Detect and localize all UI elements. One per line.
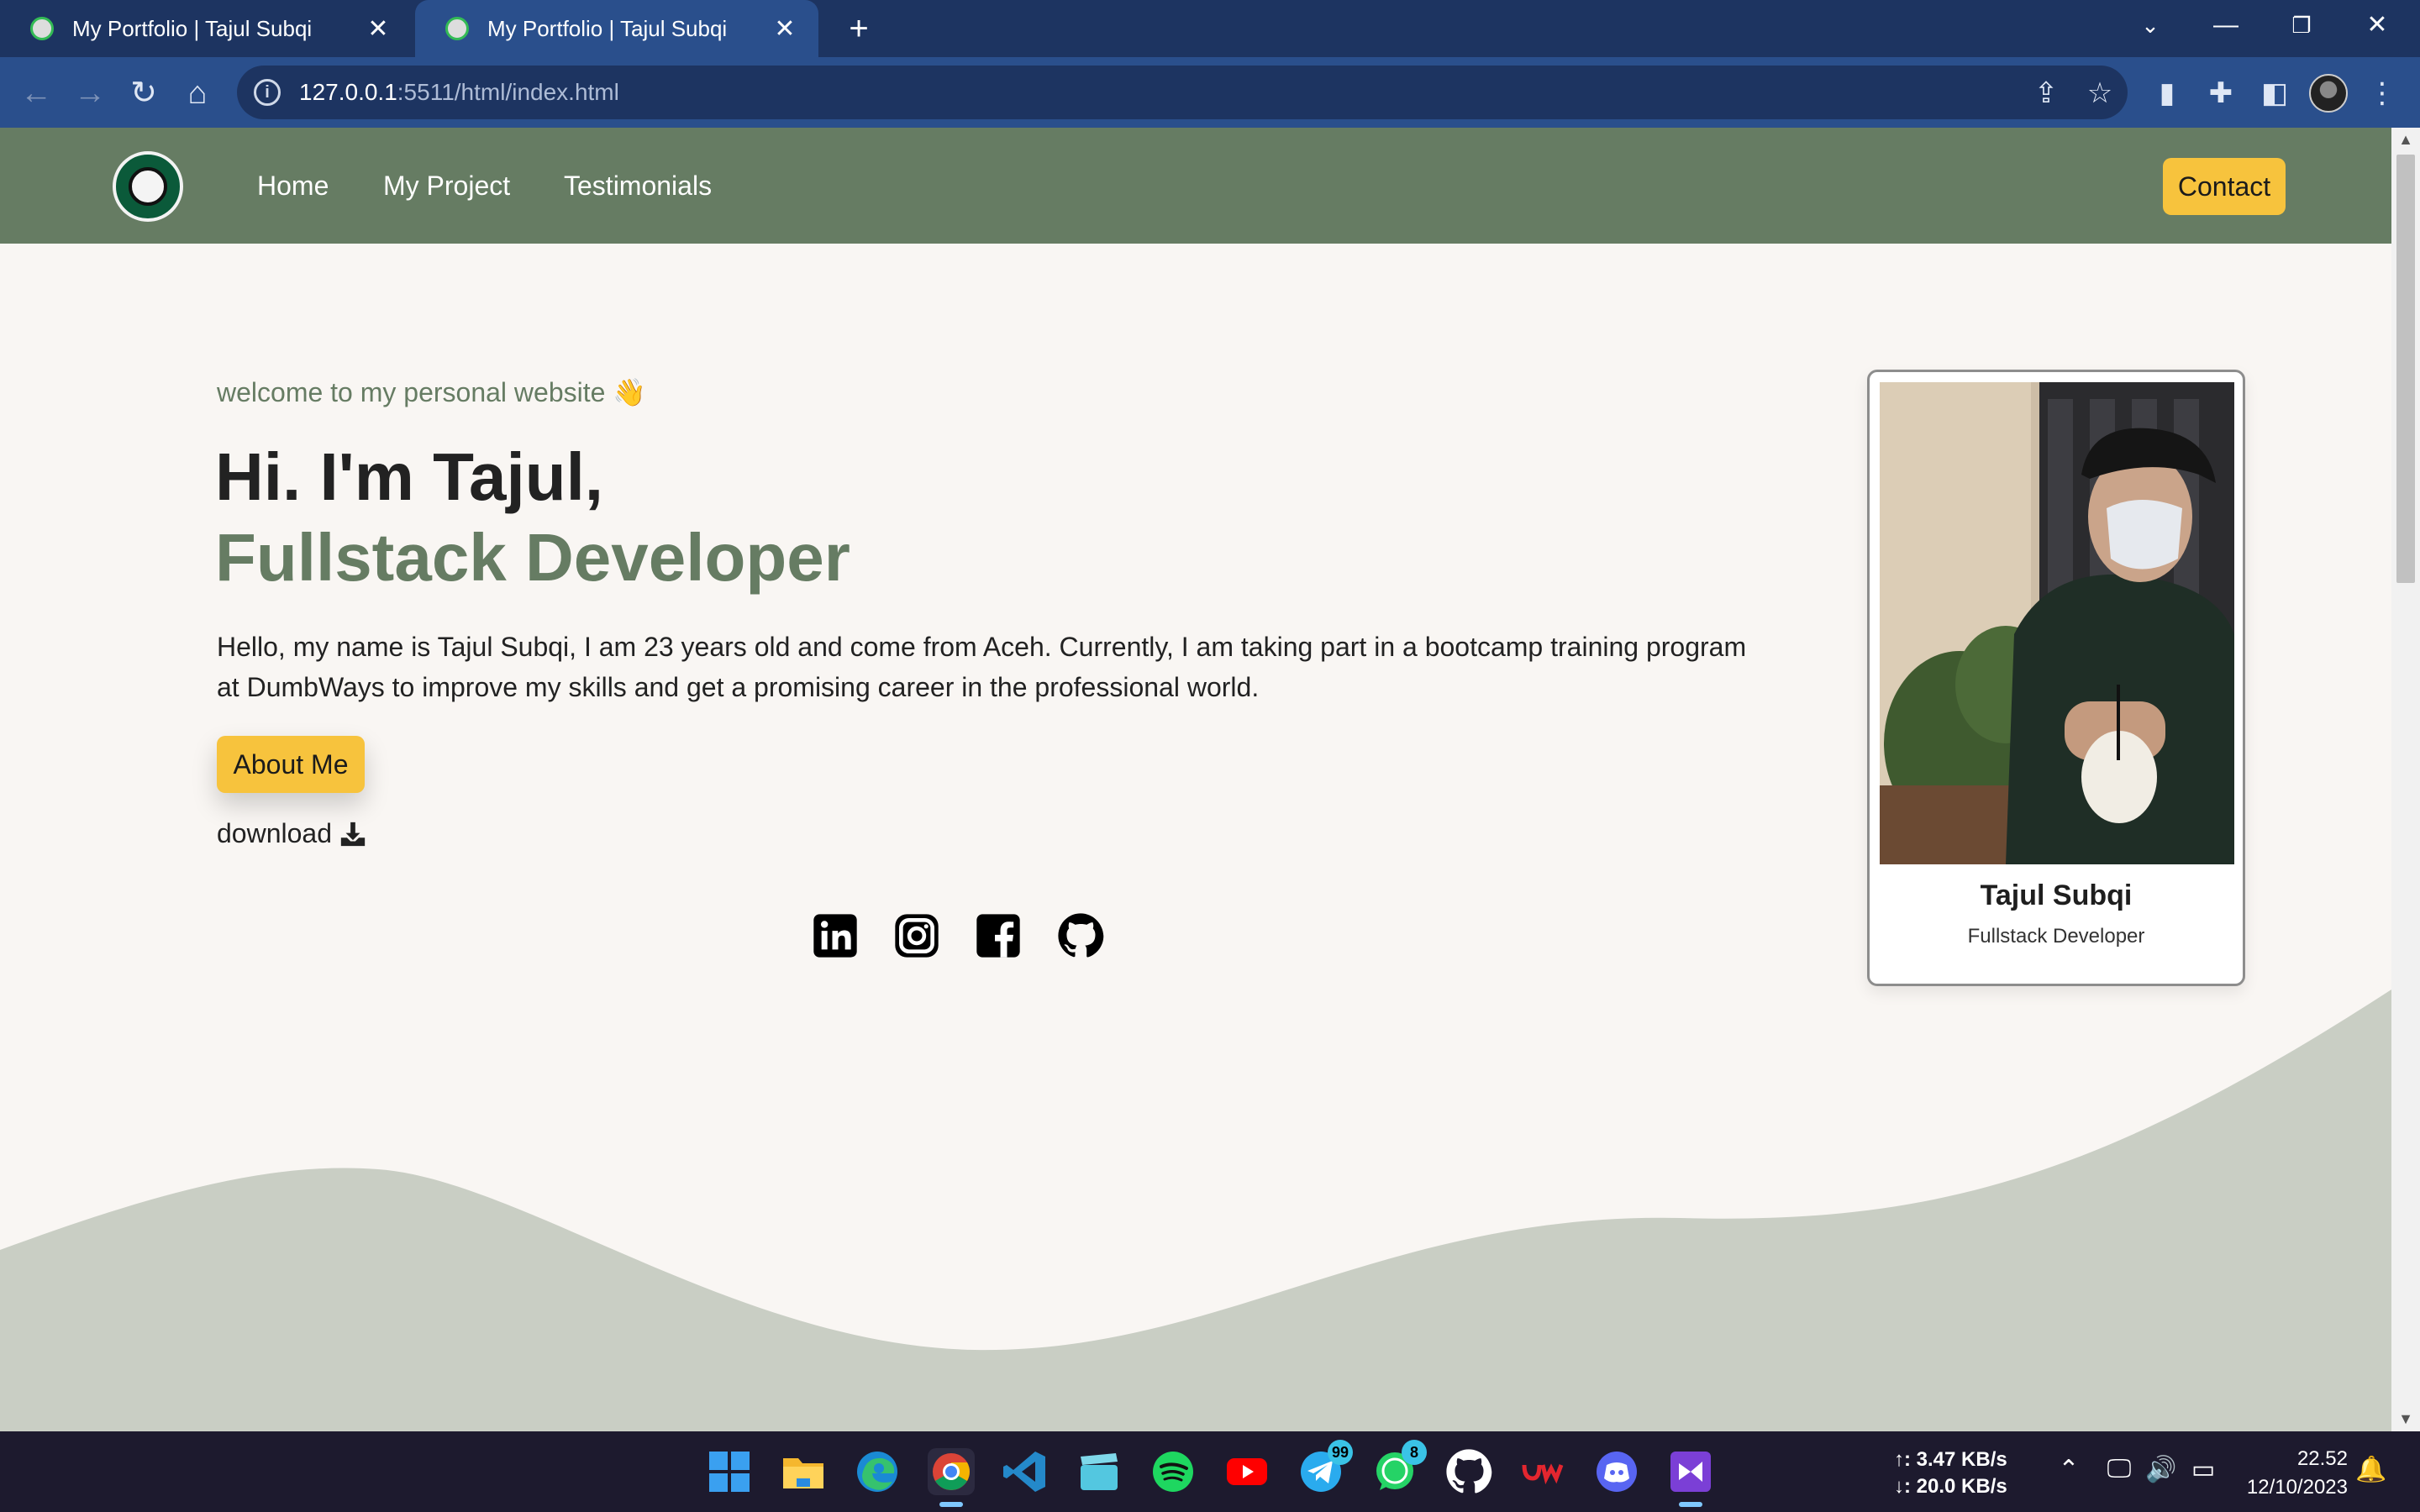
github-desktop-icon[interactable] (1445, 1448, 1492, 1495)
whatsapp-icon[interactable]: 8 (1371, 1440, 1427, 1495)
site-logo[interactable] (113, 151, 183, 222)
os-taskbar: 99 8 ↑: 3.47 KB/s ↓: 20.0 KB/s ⌃ 🖵 🔊 ▭ 2… (0, 1431, 2420, 1512)
extensions-puzzle-icon[interactable]: ✚ (2202, 74, 2240, 113)
net-download: ↓: 20.0 KB/s (1894, 1475, 2007, 1498)
nav-link-my-project[interactable]: My Project (383, 128, 510, 244)
telegram-icon[interactable]: 99 (1297, 1440, 1353, 1495)
show-hidden-icons-chevron-icon[interactable]: ⌃ (2050, 1455, 2087, 1484)
hero-intro: Hello, my name is Tajul Subqi, I am 23 y… (217, 632, 1747, 702)
network-icon[interactable]: 🖵 (2101, 1455, 2138, 1483)
contact-button[interactable]: Contact (2163, 158, 2286, 215)
scrollbar-thumb[interactable] (2396, 155, 2415, 583)
address-bar[interactable]: i 127.0.0.1:5511/html/index.html (237, 66, 2128, 119)
about-me-button[interactable]: About Me (217, 736, 365, 793)
clock-date: 12/10/2023 (2246, 1476, 2348, 1499)
share-icon[interactable]: ⇪ (2027, 74, 2065, 113)
bookmark-star-icon[interactable]: ☆ (2081, 74, 2119, 113)
tab-title: My Portfolio | Tajul Subqi (72, 15, 313, 41)
reload-icon[interactable]: ↻ (123, 72, 165, 114)
notification-bell-icon[interactable]: 🔔 (2353, 1455, 2390, 1484)
chrome-icon[interactable] (928, 1448, 975, 1507)
edge-icon[interactable] (854, 1448, 901, 1495)
instagram-icon[interactable] (893, 912, 940, 959)
restore-icon[interactable]: ❐ (2264, 0, 2339, 50)
close-tab-icon[interactable]: ✕ (361, 14, 395, 44)
clapper-icon[interactable] (1076, 1448, 1123, 1495)
visual-studio-icon[interactable] (1667, 1448, 1714, 1507)
site-favicon-icon (445, 17, 469, 40)
extension-clip-icon[interactable]: ▮ (2148, 74, 2186, 113)
hero-greeting: Hi. I'm Tajul, (215, 439, 604, 514)
page-scrollbar[interactable]: ▲ ▼ (2391, 128, 2420, 1431)
hero-role: Fullstack Developer (215, 520, 850, 595)
profile-avatar[interactable] (2309, 74, 2348, 113)
spotify-icon[interactable] (1150, 1448, 1197, 1495)
vscode-icon[interactable] (1002, 1448, 1049, 1495)
windows-start-icon[interactable] (706, 1448, 753, 1495)
download-link[interactable]: download (217, 818, 367, 849)
welcome-text: welcome to my personal website 👋 (217, 377, 647, 407)
system-clock[interactable]: 22.52 12/10/2023 (2218, 1445, 2348, 1502)
page-viewport: Home My Project Testimonials Contact wel… (0, 128, 2391, 1431)
network-speed: ↑: 3.47 KB/s ↓: 20.0 KB/s (1894, 1446, 2007, 1500)
back-icon[interactable]: ← (15, 72, 57, 114)
tab-search-icon[interactable]: ⌄ (2112, 0, 2188, 50)
linkedin-icon[interactable] (812, 912, 859, 959)
profile-photo (1880, 382, 2234, 864)
nav-link-testimonials[interactable]: Testimonials (564, 128, 712, 244)
download-icon (340, 822, 366, 846)
scroll-down-icon[interactable]: ▼ (2391, 1410, 2420, 1428)
download-label: download (217, 818, 332, 848)
net-upload: ↑: 3.47 KB/s (1894, 1448, 2007, 1471)
card-role: Fullstack Developer (1967, 925, 2145, 948)
telegram-badge: 99 (1328, 1440, 1353, 1465)
browser-tab-bar: My Portfolio | Tajul Subqi ✕ My Portfoli… (0, 0, 2420, 57)
github-icon[interactable] (1057, 912, 1104, 959)
file-explorer-icon[interactable] (780, 1448, 827, 1495)
profile-card: Tajul Subqi Fullstack Developer (1867, 370, 2245, 986)
browser-toolbar: ← → ↻ ⌂ i 127.0.0.1:5511/html/index.html… (0, 57, 2420, 128)
side-panel-icon[interactable]: ◧ (2255, 74, 2294, 113)
nav-link-home[interactable]: Home (257, 128, 329, 244)
site-favicon-icon (30, 17, 54, 40)
card-name: Tajul Subqi (1980, 879, 2133, 911)
clock-time: 22.52 (2296, 1447, 2348, 1470)
close-tab-icon[interactable]: ✕ (768, 14, 802, 44)
battery-icon[interactable]: ▭ (2185, 1455, 2222, 1484)
youtube-icon[interactable] (1223, 1448, 1270, 1495)
url-text: 127.0.0.1:5511/html/index.html (299, 79, 619, 105)
menu-kebab-icon[interactable]: ⋮ (2363, 74, 2402, 113)
site-navbar: Home My Project Testimonials Contact (0, 128, 2391, 244)
home-icon[interactable]: ⌂ (176, 72, 218, 114)
volume-icon[interactable]: 🔊 (2143, 1455, 2180, 1484)
tab-title: My Portfolio | Tajul Subqi (487, 15, 728, 41)
new-tab-button[interactable]: + (839, 8, 879, 49)
close-window-icon[interactable]: ✕ (2339, 0, 2415, 50)
minimize-icon[interactable]: — (2188, 0, 2264, 50)
browser-tab[interactable]: My Portfolio | Tajul Subqi ✕ (0, 0, 412, 57)
forward-icon[interactable]: → (69, 72, 111, 114)
discord-icon[interactable] (1593, 1448, 1640, 1495)
scroll-up-icon[interactable]: ▲ (2391, 131, 2420, 149)
site-info-icon[interactable]: i (254, 79, 281, 106)
whatsapp-badge: 8 (1402, 1440, 1427, 1465)
browser-tab-active[interactable]: My Portfolio | Tajul Subqi ✕ (415, 0, 818, 57)
dumbways-icon[interactable] (1519, 1448, 1566, 1495)
facebook-icon[interactable] (975, 912, 1022, 959)
